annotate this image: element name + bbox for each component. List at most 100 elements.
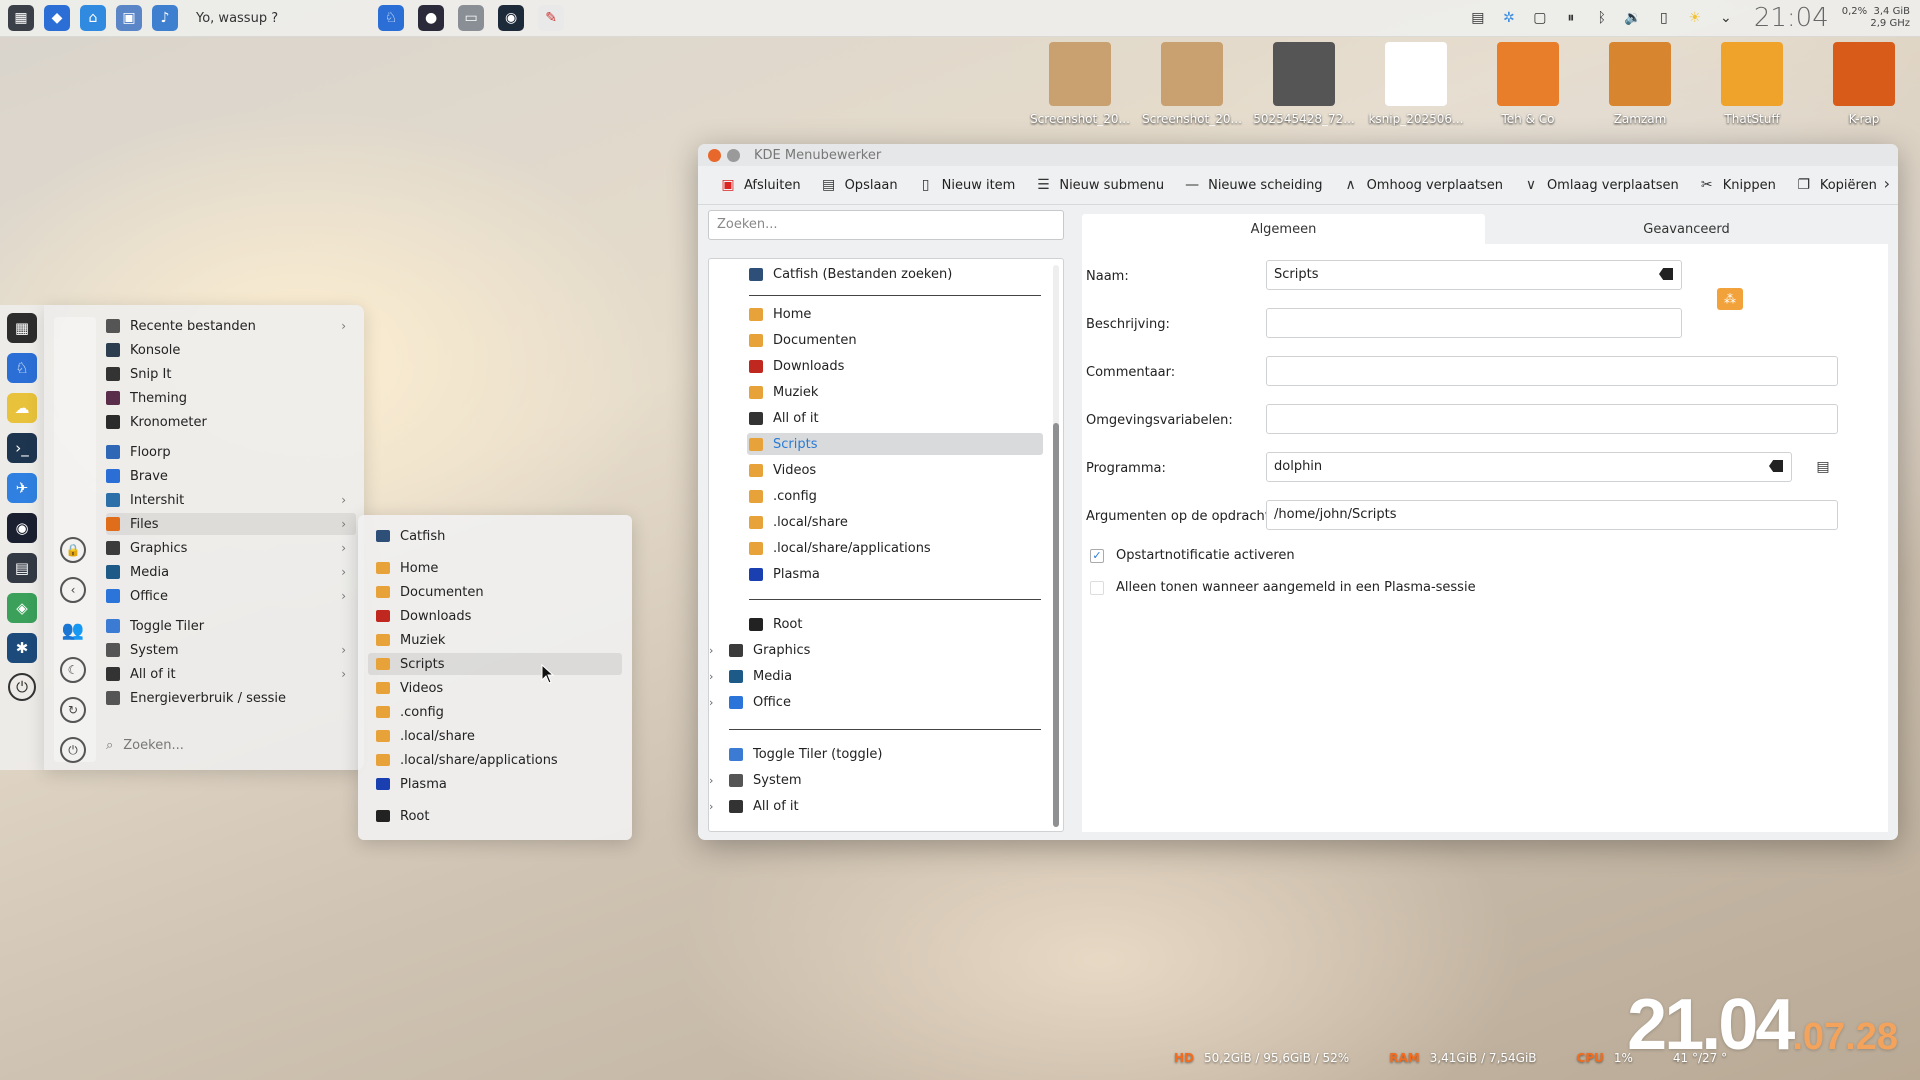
desktop-icon[interactable]: K-rap <box>1808 42 1920 126</box>
tree-item-local-share[interactable]: .local/share <box>749 511 848 533</box>
tree-item-downloads[interactable]: Downloads <box>749 355 844 377</box>
launcher-item-snip-it[interactable]: Snip It <box>106 363 356 385</box>
tree-item-system[interactable]: › System <box>709 769 801 791</box>
argumenten-field[interactable]: /home/john/Scripts <box>1266 500 1838 530</box>
omgevingsvariabelen-field[interactable] <box>1266 404 1838 434</box>
weather-app-icon[interactable]: ☁ <box>7 393 37 423</box>
clear-icon[interactable] <box>1769 460 1783 472</box>
launcher-item-all-of-it[interactable]: All of it › <box>106 663 356 685</box>
clock[interactable]: 21:04 <box>1754 3 1829 33</box>
launcher-item-media[interactable]: Media › <box>106 561 356 583</box>
tree-item-config[interactable]: .config <box>749 485 817 507</box>
music-icon[interactable]: ♪ <box>152 5 178 31</box>
pause-icon[interactable]: ⏸ <box>1562 9 1580 27</box>
launcher-item-office[interactable]: Office › <box>106 585 356 607</box>
kde-connect-icon[interactable]: ✲ <box>1500 9 1518 27</box>
desktop-icon[interactable]: Teh & Co <box>1472 42 1584 126</box>
shutdown-icon[interactable]: ⏻ <box>60 737 86 763</box>
expand-chevron-icon[interactable]: › <box>709 774 713 787</box>
tree-scrollbar-thumb[interactable] <box>1053 423 1059 827</box>
launcher-item-energieverbruik-sessie[interactable]: Energieverbruik / sessie <box>106 687 356 709</box>
plasma-only-checkbox[interactable] <box>1090 581 1104 595</box>
restart-icon[interactable]: ↻ <box>60 697 86 723</box>
submenu-item-muziek[interactable]: Muziek <box>368 629 622 651</box>
tree-separator[interactable] <box>729 729 1041 730</box>
submenu-item-videos[interactable]: Videos <box>368 677 622 699</box>
window-titlebar[interactable]: KDE Menubewerker <box>698 144 1898 166</box>
grid-icon[interactable]: ▣ <box>116 5 142 31</box>
desktop-icon[interactable]: Zamzam <box>1584 42 1696 126</box>
weather-icon[interactable]: ☀ <box>1686 9 1704 27</box>
launcher-item-theming[interactable]: Theming <box>106 387 356 409</box>
submenu-item-config[interactable]: .config <box>368 701 622 723</box>
tree-separator[interactable] <box>749 599 1041 600</box>
programma-field[interactable]: dolphin <box>1266 452 1792 482</box>
tree-item-home[interactable]: Home <box>749 303 811 325</box>
chevron-down-icon[interactable]: ⌄ <box>1717 9 1735 27</box>
commentaar-field[interactable] <box>1266 356 1838 386</box>
tree-item-office[interactable]: › Office <box>709 691 791 713</box>
app-grid-icon[interactable]: ▦ <box>7 313 37 343</box>
tree-item-graphics[interactable]: › Graphics <box>709 639 810 661</box>
submenu-item-local-share-applications[interactable]: .local/share/applications <box>368 749 622 771</box>
tree-item-videos[interactable]: Videos <box>749 459 816 481</box>
bluetooth-icon[interactable]: ᛒ <box>1593 9 1611 27</box>
submenu-item-plasma[interactable]: Plasma <box>368 773 622 795</box>
lock-icon[interactable]: 🔒 <box>60 537 86 563</box>
submenu-item-documenten[interactable]: Documenten <box>368 581 622 603</box>
launcher-item-floorp[interactable]: Floorp <box>106 441 356 463</box>
browse-file-icon[interactable]: ▤ <box>1808 452 1838 482</box>
expand-chevron-icon[interactable]: › <box>709 696 713 709</box>
launcher-item-intershit[interactable]: Intershit › <box>106 489 356 511</box>
save-button[interactable]: ▤ Opslaan <box>811 170 908 200</box>
launcher-item-toggle-tiler[interactable]: Toggle Tiler <box>106 615 356 637</box>
submenu-item-downloads[interactable]: Downloads <box>368 605 622 627</box>
clear-icon[interactable] <box>1659 268 1673 280</box>
desktop-icon[interactable]: Screenshot_20... <box>1136 42 1248 126</box>
tree-item-toggle-tiler-toggle[interactable]: Toggle Tiler (toggle) <box>729 743 882 765</box>
submenu-item-scripts[interactable]: Scripts <box>368 653 622 675</box>
notes-icon[interactable]: ▤ <box>1469 9 1487 27</box>
new-item-button[interactable]: ▯ Nieuw item <box>908 170 1026 200</box>
app-icon-button[interactable]: ⁂ <box>1715 284 1745 314</box>
submenu-item-local-share[interactable]: .local/share <box>368 725 622 747</box>
obs-icon[interactable]: ◉ <box>7 513 37 543</box>
kde-icon[interactable]: ✱ <box>7 633 37 663</box>
tree-item-catfish-bestanden-zoeken[interactable]: Catfish (Bestanden zoeken) <box>749 263 952 285</box>
home-folder-icon[interactable]: ⌂ <box>80 5 106 31</box>
move-down-button[interactable]: ∨ Omlaag verplaatsen <box>1513 170 1689 200</box>
startup-notification-checkbox[interactable]: ✓ <box>1090 549 1104 563</box>
brave-icon[interactable]: ♘ <box>7 353 37 383</box>
user-switch-icon[interactable]: 👥 <box>60 617 86 643</box>
desktop-icon[interactable]: ThatStuff <box>1696 42 1808 126</box>
calculator-icon[interactable]: ▤ <box>7 553 37 583</box>
battery-icon[interactable]: ▯ <box>1655 9 1673 27</box>
tab-algemeen[interactable]: Algemeen <box>1082 214 1485 244</box>
quit-button[interactable]: ▣ Afsluiten <box>710 170 811 200</box>
tree-item-all-of-it[interactable]: › All of it <box>709 795 799 817</box>
minimize-window-button[interactable] <box>727 148 740 162</box>
tree-item-documenten[interactable]: Documenten <box>749 329 857 351</box>
obs-icon[interactable]: ● <box>418 5 445 31</box>
desktop-icon[interactable]: 502545428_72... <box>1248 42 1360 126</box>
menu-search-input[interactable]: Zoeken... <box>708 210 1064 240</box>
new-submenu-button[interactable]: ☰ Nieuw submenu <box>1025 170 1174 200</box>
tree-item-root[interactable]: Root <box>749 613 802 635</box>
system-monitor-mini[interactable]: 0,2% 3,4 GiB 2,9 GHz <box>1842 6 1910 30</box>
toolbar-overflow-chevron-icon[interactable]: › <box>1884 174 1890 193</box>
launcher-item-files[interactable]: Files › <box>106 513 356 535</box>
eye-icon[interactable]: ◉ <box>498 5 525 31</box>
tree-item-all-of-it[interactable]: All of it <box>749 407 819 429</box>
expand-chevron-icon[interactable]: › <box>709 800 713 813</box>
terminal-icon[interactable]: ›_ <box>7 433 37 463</box>
launcher-item-graphics[interactable]: Graphics › <box>106 537 356 559</box>
tree-item-muziek[interactable]: Muziek <box>749 381 818 403</box>
tree-separator[interactable] <box>749 295 1041 296</box>
tree-item-media[interactable]: › Media <box>709 665 792 687</box>
desktop-icon[interactable]: Screenshot_20... <box>1024 42 1136 126</box>
new-separator-button[interactable]: — Nieuwe scheiding <box>1174 170 1332 200</box>
tree-item-plasma[interactable]: Plasma <box>749 563 820 585</box>
back-icon[interactable]: ‹ <box>60 577 86 603</box>
launcher-item-kronometer[interactable]: Kronometer <box>106 411 356 433</box>
naam-field[interactable]: Scripts <box>1266 260 1682 290</box>
